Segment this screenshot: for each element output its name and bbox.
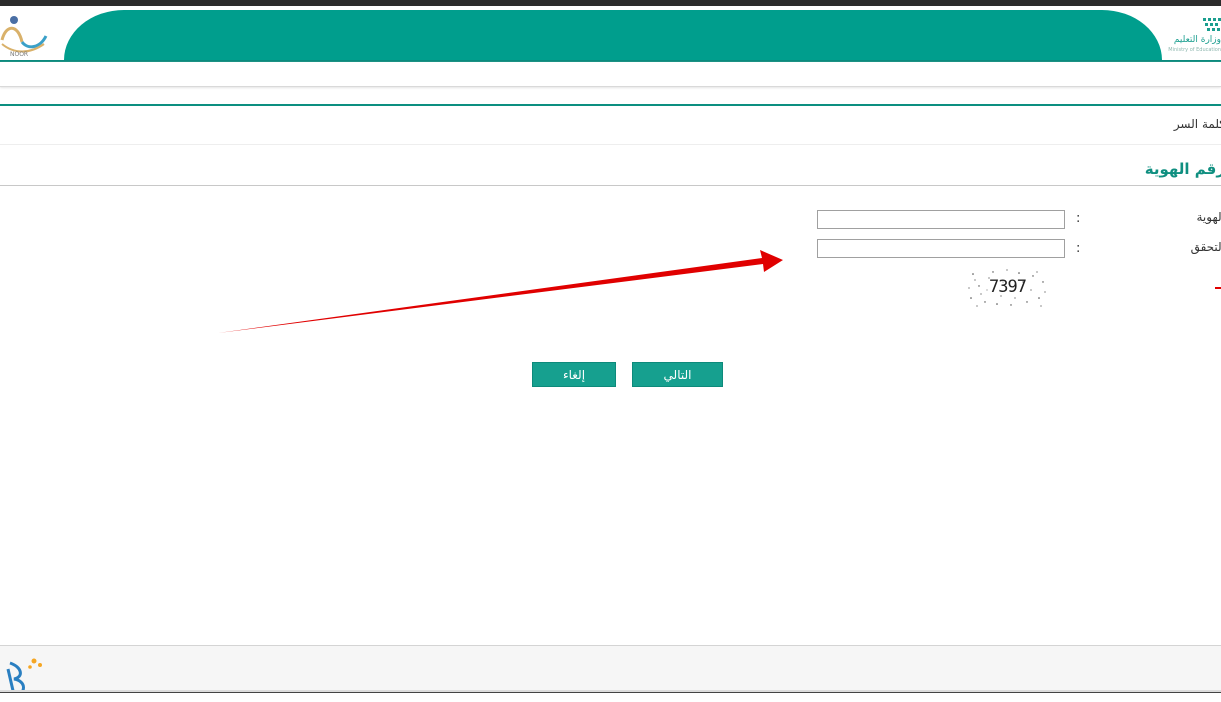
site-header: NOOR وزارة التعليم Ministry of Education (0, 6, 1221, 62)
verification-code-label: التحقق (1191, 240, 1221, 254)
next-button[interactable]: التالي (632, 362, 723, 387)
verification-code-input[interactable] (817, 239, 1065, 258)
breadcrumb: كلمة السر (1174, 117, 1221, 131)
cancel-button[interactable]: إلغاء (532, 362, 616, 387)
noor-logo-text: NOOR (10, 51, 28, 58)
divider (0, 185, 1221, 186)
captcha-image: 7397 (967, 268, 1048, 308)
divider (0, 144, 1221, 145)
label-colon: : (1076, 241, 1080, 256)
ministry-name-en: Ministry of Education (1168, 47, 1221, 53)
label-colon: : (1076, 211, 1080, 226)
id-number-label: الهوية (1197, 210, 1221, 224)
required-marker (1215, 287, 1221, 289)
header-band (64, 10, 1162, 60)
captcha-code: 7397 (967, 277, 1048, 297)
toolbar (0, 62, 1221, 87)
noor-logo-icon[interactable]: NOOR (0, 10, 56, 60)
site-footer (0, 645, 1221, 692)
ministry-name: وزارة التعليم (1174, 35, 1221, 45)
id-number-input[interactable] (817, 210, 1065, 229)
section-title: رقم الهوية (1145, 160, 1221, 178)
content-top-border (0, 104, 1221, 106)
